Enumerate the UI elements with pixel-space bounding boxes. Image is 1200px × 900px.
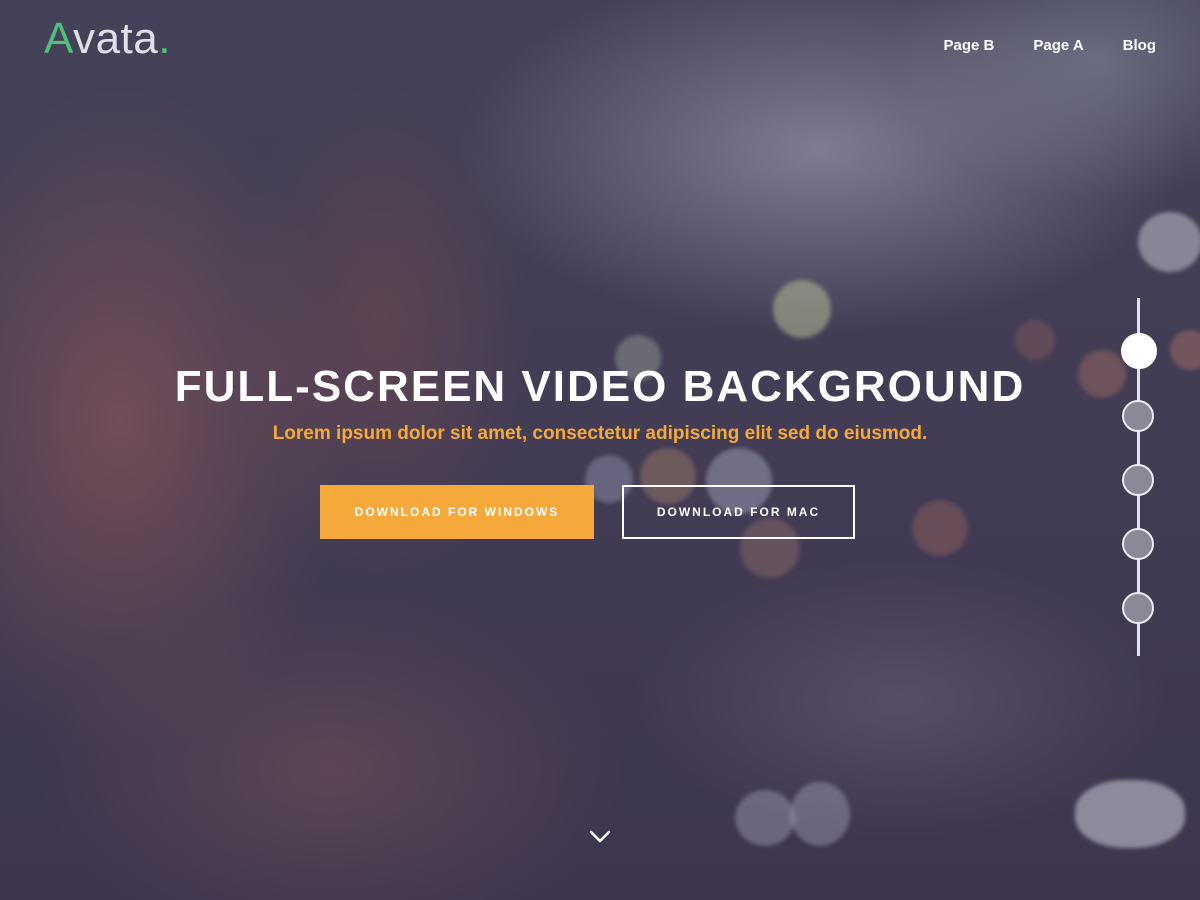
site-logo[interactable]: Avata.	[44, 14, 171, 64]
section-nav-dot-4[interactable]	[1122, 528, 1154, 560]
section-nav-dot-1[interactable]	[1121, 333, 1157, 369]
hero-title: FULL-SCREEN VIDEO BACKGROUND	[174, 362, 1026, 411]
background-overlay	[0, 0, 1200, 900]
logo-initial: A	[44, 14, 74, 63]
section-nav-dot-3[interactable]	[1122, 464, 1154, 496]
hero-section: Avata. Page B Page A Blog FULL-SCREEN VI…	[0, 0, 1200, 900]
section-nav-dot-5[interactable]	[1122, 592, 1154, 624]
chevron-down-icon[interactable]	[588, 825, 612, 849]
nav-link-page-b[interactable]: Page B	[944, 37, 995, 54]
download-windows-button[interactable]: DOWNLOAD FOR WINDOWS	[320, 485, 594, 539]
logo-text: vata	[73, 14, 159, 63]
hero-subtitle: Lorem ipsum dolor sit amet, consectetur …	[272, 423, 928, 444]
nav-link-blog[interactable]: Blog	[1123, 37, 1156, 54]
nav-link-page-a[interactable]: Page A	[1033, 37, 1083, 54]
top-nav: Page B Page A Blog	[905, 37, 1156, 54]
section-nav-dot-2[interactable]	[1122, 400, 1154, 432]
logo-dot: .	[158, 14, 171, 63]
download-mac-button[interactable]: DOWNLOAD FOR MAC	[622, 485, 855, 539]
